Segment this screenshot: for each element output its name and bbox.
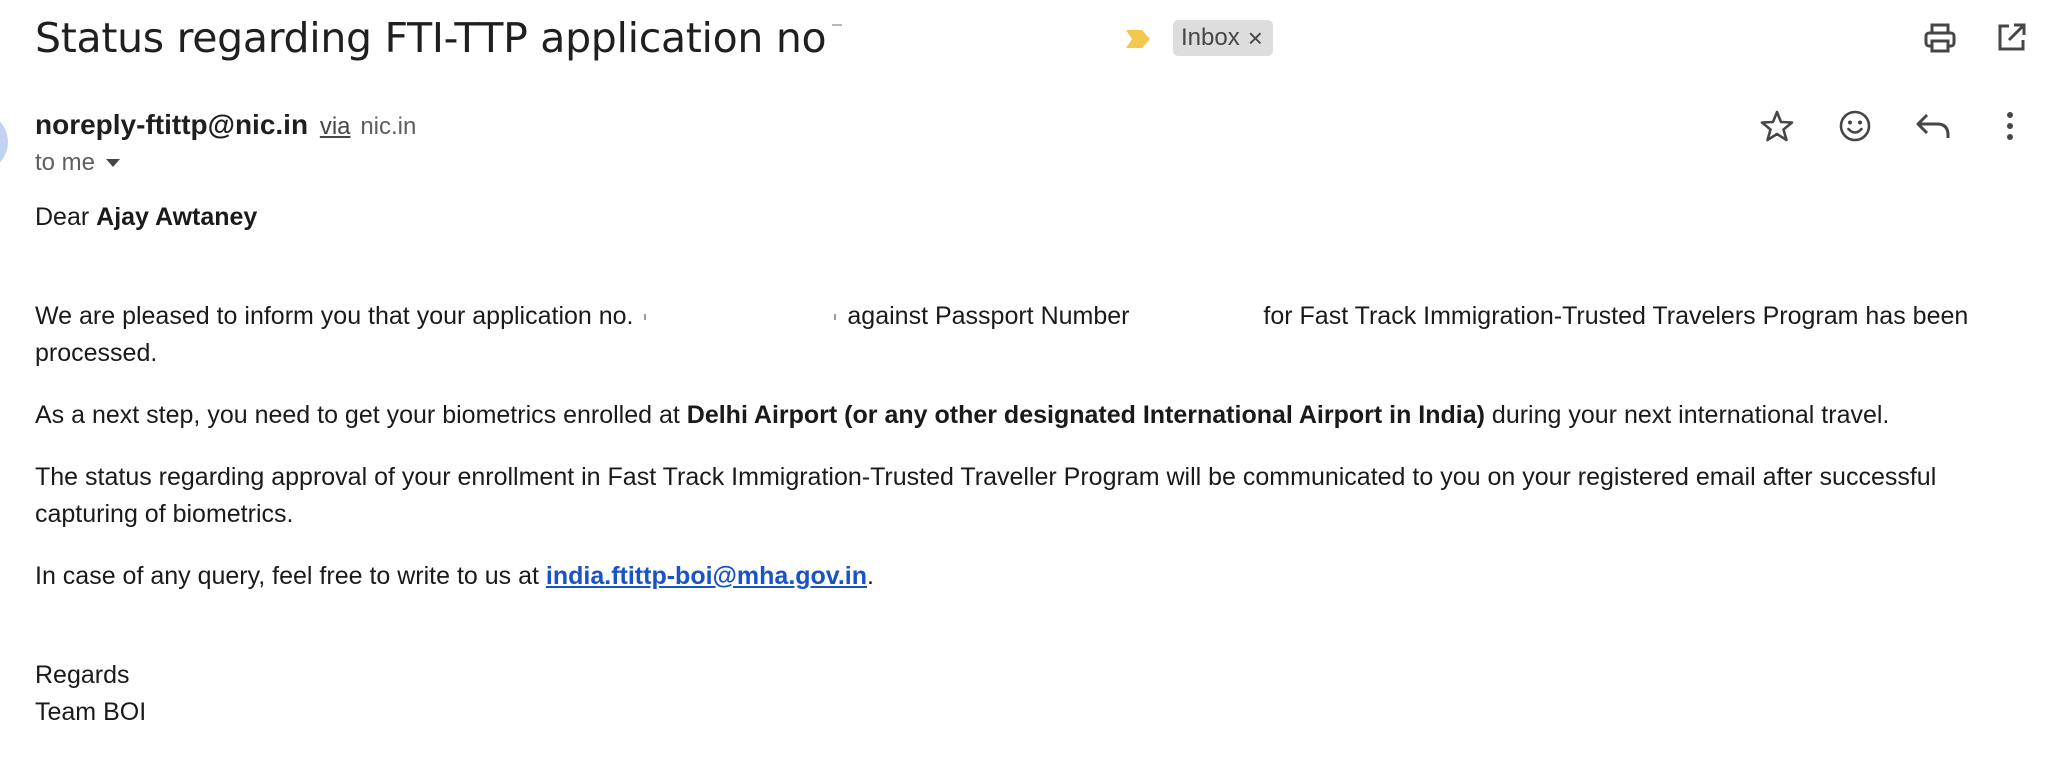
sender-line: noreply-ftittp@nic.in via nic.in: [35, 106, 416, 146]
label-chip-text: Inbox: [1181, 24, 1240, 51]
paragraph-status: The status regarding approval of your en…: [35, 463, 1937, 528]
redacted-mark: [832, 24, 843, 34]
paragraph-query: In case of any query, feel free to write…: [35, 558, 2010, 595]
paragraph-text: As a next step, you need to get your bio…: [35, 401, 680, 429]
reply-button[interactable]: [1911, 104, 1955, 148]
airport-emphasis: Delhi Airport (or any other designated I…: [686, 401, 1485, 429]
greeting-text: Dear: [35, 203, 90, 231]
print-icon: [1924, 23, 1956, 53]
chevron-down-icon: [106, 159, 121, 167]
open-in-new-window-button[interactable]: [1991, 18, 2031, 58]
paragraph-text: against Passport Number: [847, 302, 1130, 330]
emoji-reaction-button[interactable]: [1833, 104, 1877, 148]
more-vert-icon: [2007, 112, 2013, 140]
signature: Team BOI: [35, 698, 147, 726]
redacted-mark: [644, 314, 647, 321]
label-chip-inbox: Inbox ×: [1173, 20, 1273, 56]
sender-domain: nic.in: [360, 113, 417, 140]
paragraph-processed: We are pleased to inform you that your a…: [35, 298, 2010, 372]
close-icon[interactable]: ×: [1248, 25, 1263, 51]
paragraph-next-step: As a next step, you need to get your bio…: [35, 397, 2010, 434]
email-body: Dear Ajay Awtaney We are pleased to info…: [35, 199, 2010, 731]
recipient-details-toggle[interactable]: to me: [35, 148, 121, 178]
importance-marker-icon[interactable]: [1125, 28, 1151, 50]
paragraph-text: during your next international travel.: [1491, 401, 1890, 429]
paragraph-text: In case of any query, feel free to write…: [35, 562, 539, 590]
greeting-line: Dear Ajay Awtaney: [35, 199, 2010, 236]
email-subject-text: Status regarding FTI-TTP application no: [35, 14, 827, 62]
reply-icon: [1916, 113, 1950, 138]
print-button[interactable]: [1920, 18, 1960, 58]
recipient-text: to me: [35, 149, 96, 176]
contact-email-link[interactable]: india.ftittp-boi@mha.gov.in: [546, 562, 867, 590]
paragraph-text: .: [867, 562, 874, 590]
paragraph-text: We are pleased to inform you that your a…: [35, 302, 634, 330]
star-icon: [1760, 110, 1794, 142]
recipient-name: Ajay Awtaney: [96, 203, 258, 231]
redacted-mark: [834, 314, 837, 321]
signoff: Regards: [35, 661, 130, 689]
star-button[interactable]: [1755, 104, 1799, 148]
sender-via-link[interactable]: via: [320, 113, 351, 140]
email-subject: Status regarding FTI-TTP application no: [35, 12, 843, 64]
sender-name[interactable]: noreply-ftittp@nic.in: [35, 109, 308, 140]
avatar[interactable]: [0, 112, 8, 172]
more-options-button[interactable]: [1988, 104, 2032, 148]
open-in-new-window-icon: [1998, 23, 2026, 51]
emoji-reaction-icon: [1839, 110, 1871, 142]
